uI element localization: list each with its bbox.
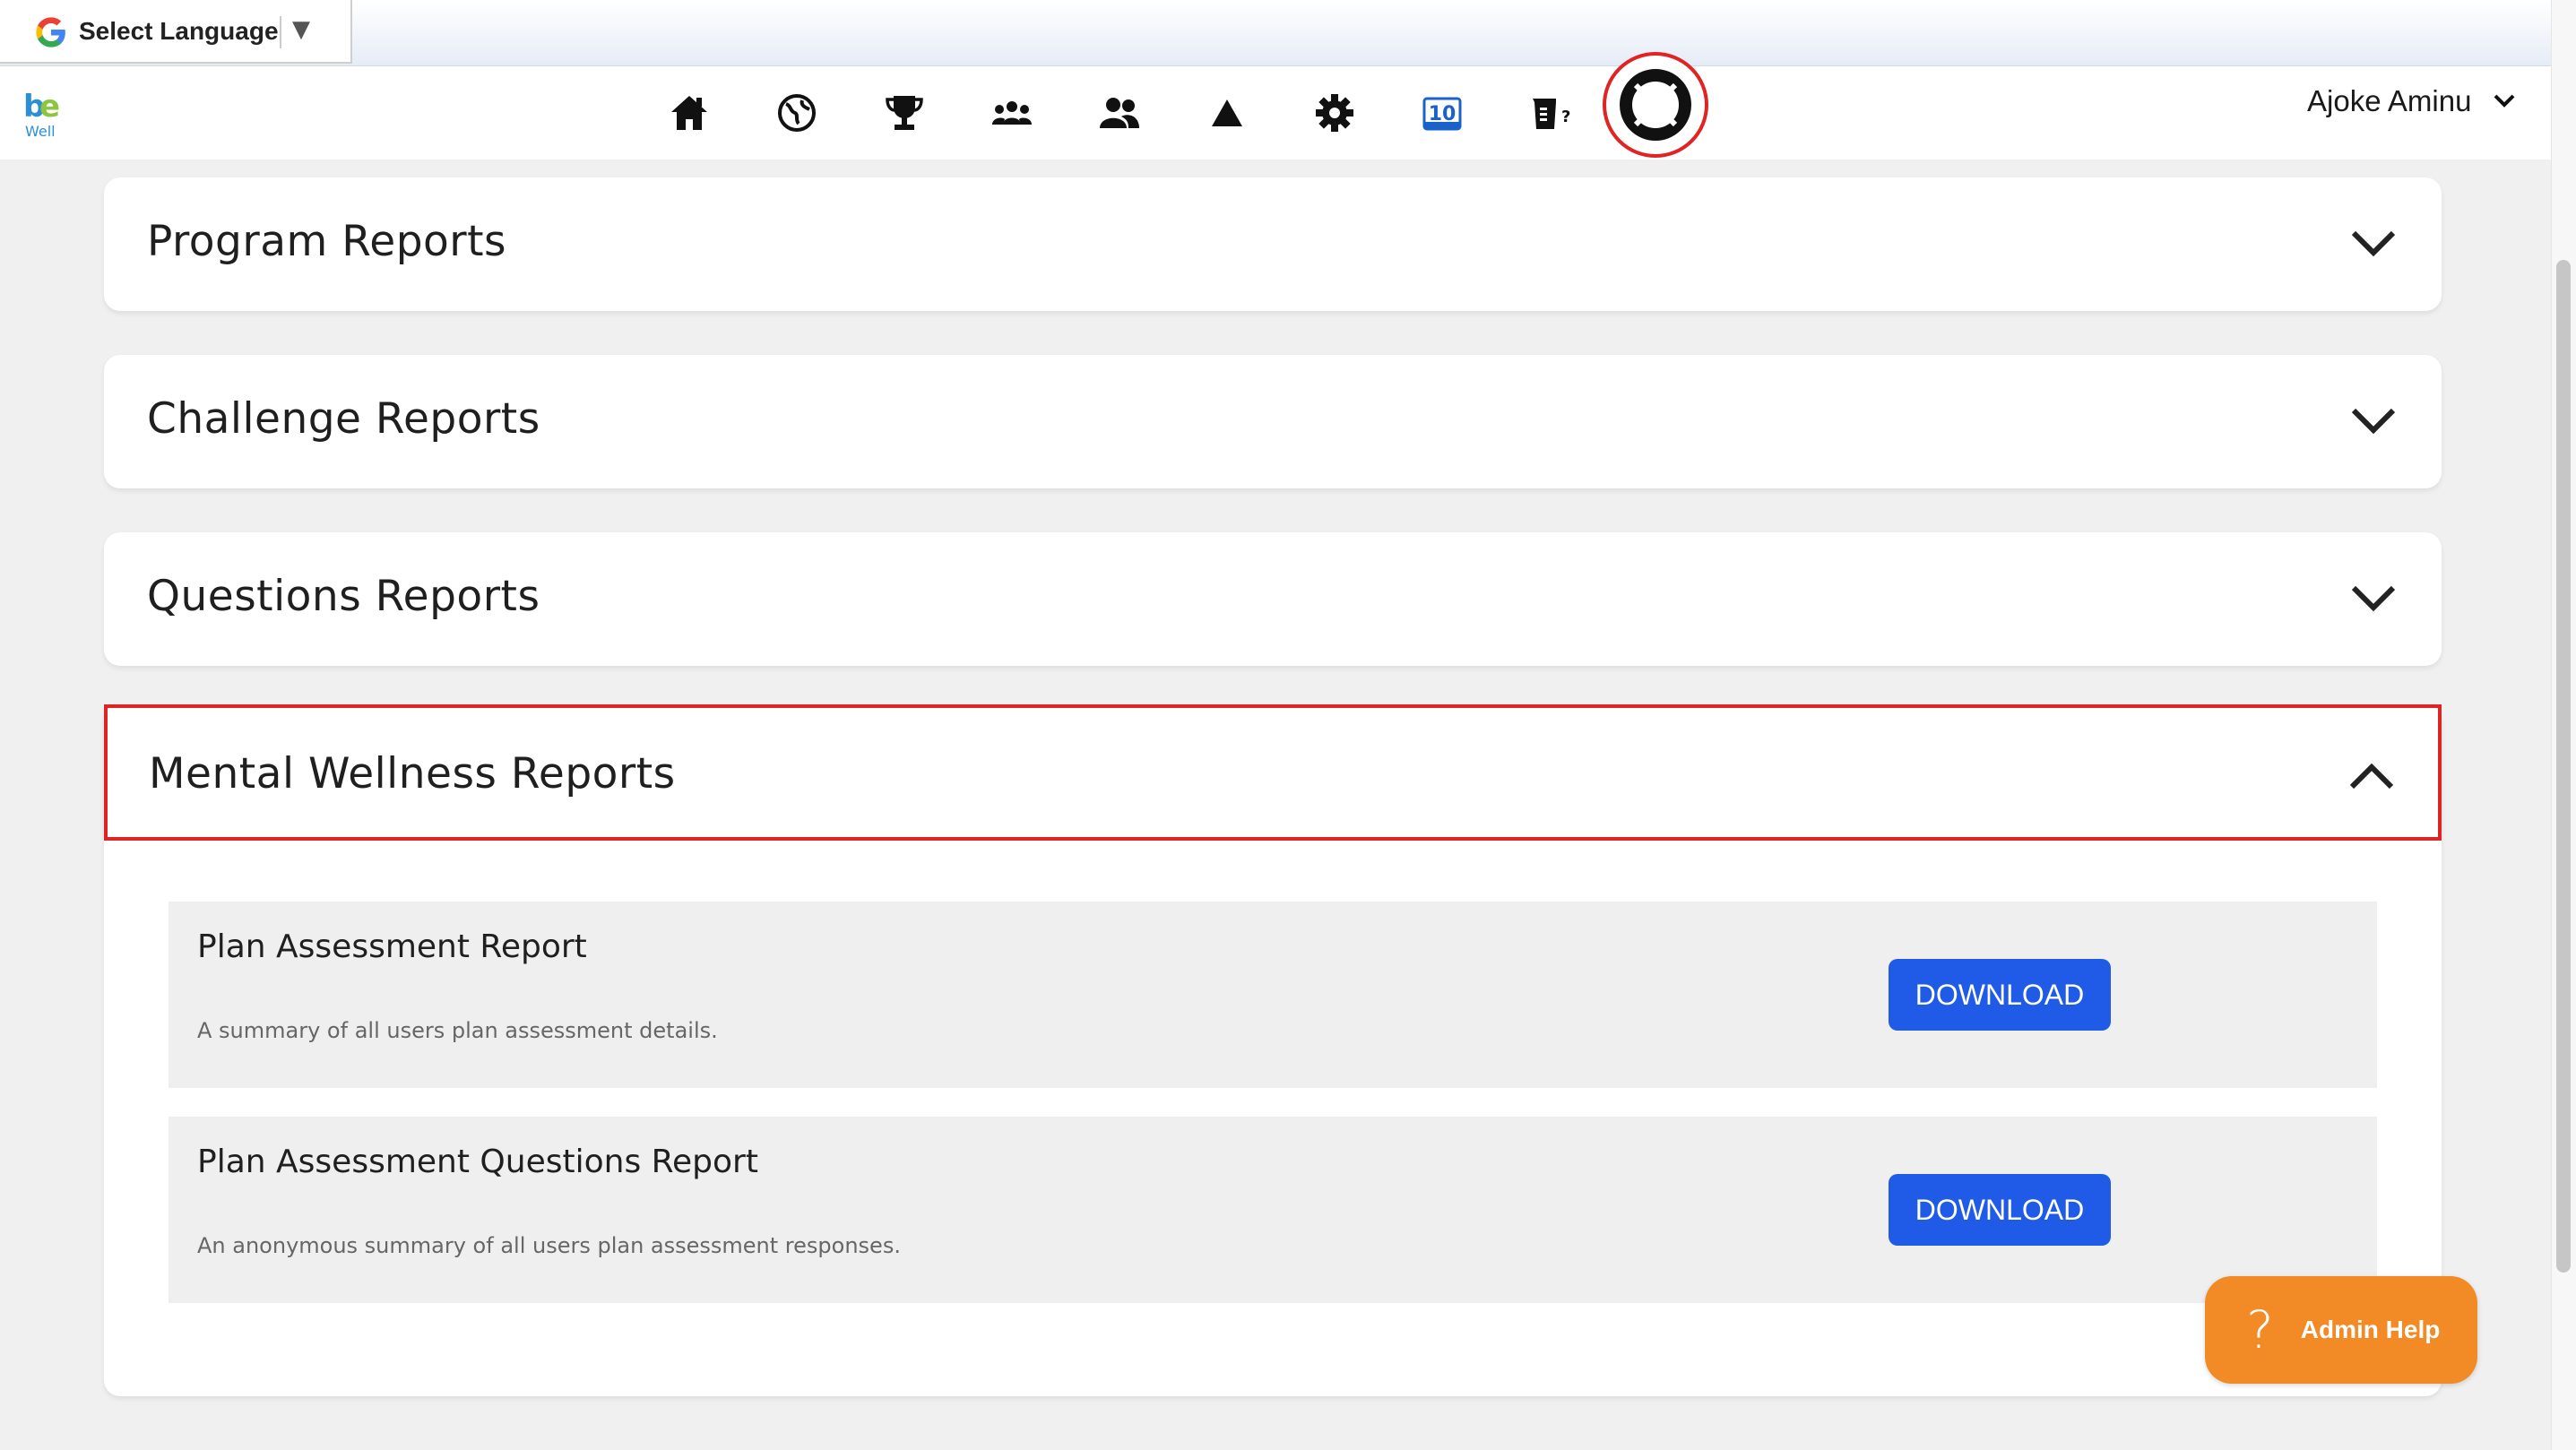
report-description: A summary of all users plan assessment d…	[197, 1018, 718, 1043]
chevron-up-icon	[2349, 763, 2394, 790]
chevron-down-icon	[2494, 94, 2515, 108]
report-card: Plan Assessment Questions Report An anon…	[169, 1117, 2377, 1303]
triangle-icon[interactable]	[1202, 88, 1252, 138]
admin-help-button[interactable]: ? Admin Help	[2205, 1276, 2477, 1384]
trophy-icon[interactable]	[879, 88, 929, 138]
accordion-mental-wellness-reports: Mental Wellness Reports Plan Assessment …	[104, 704, 2442, 1396]
quiz-icon[interactable]: ?	[1525, 88, 1575, 138]
divider	[280, 16, 281, 48]
lifebuoy-icon	[1620, 69, 1691, 141]
accordion-title: Program Reports	[147, 217, 507, 266]
dropdown-arrow-icon[interactable]: ▼	[292, 16, 310, 43]
download-button[interactable]: DOWNLOAD	[1889, 959, 2111, 1031]
accordion-questions-reports[interactable]: Questions Reports	[104, 532, 2442, 666]
scrollbar-thumb[interactable]	[2556, 260, 2571, 1273]
accordion-title: Questions Reports	[147, 572, 540, 621]
user-menu[interactable]: Ajoke Aminu	[2307, 84, 2516, 118]
accordion-program-reports[interactable]: Program Reports	[104, 177, 2442, 311]
user-name: Ajoke Aminu	[2307, 84, 2472, 117]
globe-icon[interactable]	[772, 88, 822, 138]
chevron-down-icon	[2351, 585, 2396, 612]
accordion-title: Challenge Reports	[147, 394, 540, 444]
report-description: An anonymous summary of all users plan a…	[197, 1233, 901, 1258]
accordion-title: Mental Wellness Reports	[149, 749, 676, 798]
calendar-number: 10	[1429, 103, 1457, 125]
svg-text:e: e	[39, 89, 60, 125]
group-icon[interactable]	[987, 88, 1037, 138]
report-card: Plan Assessment Report A summary of all …	[169, 902, 2377, 1088]
translate-bar: Select Language ▼	[0, 0, 2551, 66]
users-icon[interactable]	[1094, 88, 1145, 138]
language-select-label: Select Language	[79, 17, 279, 45]
bewell-logo[interactable]: b e Well	[23, 84, 65, 142]
language-select[interactable]: Select Language ▼	[0, 0, 352, 64]
download-button[interactable]: DOWNLOAD	[1889, 1174, 2111, 1246]
report-title: Plan Assessment Report	[197, 928, 587, 965]
top-nav: b e Well 10 ? Ajoke Aminu	[0, 52, 2551, 160]
google-g-icon	[36, 17, 65, 47]
admin-help-label: Admin Help	[2300, 1316, 2441, 1343]
home-icon[interactable]	[664, 88, 714, 138]
chevron-down-icon	[2351, 408, 2396, 435]
calendar-10-icon[interactable]: 10	[1417, 88, 1467, 138]
question-icon: ?	[2246, 1299, 2274, 1360]
accordion-challenge-reports[interactable]: Challenge Reports	[104, 355, 2442, 488]
gear-icon[interactable]	[1310, 88, 1360, 138]
logo-text: Well	[25, 123, 56, 140]
chevron-down-icon	[2351, 230, 2396, 257]
lifebuoy-icon-highlight[interactable]	[1603, 52, 1708, 158]
report-title: Plan Assessment Questions Report	[197, 1144, 758, 1180]
accordion-header-mental-wellness[interactable]: Mental Wellness Reports	[104, 704, 2442, 841]
quiz-mark: ?	[1561, 108, 1570, 126]
